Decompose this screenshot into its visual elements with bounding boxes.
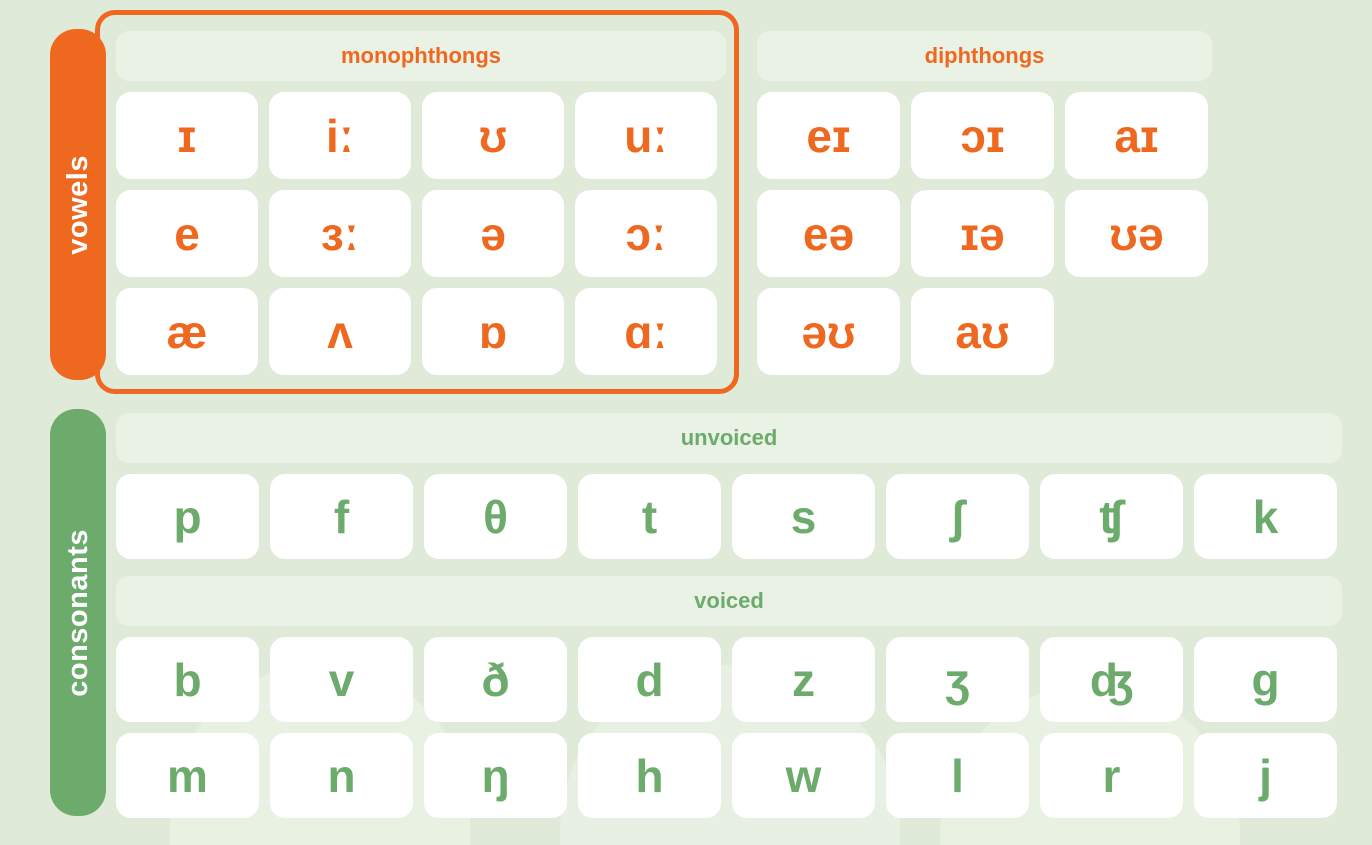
- voiced-row-1: b v ð d z ʒ ʤ g: [116, 637, 1342, 722]
- diphthongs-heading: diphthongs: [757, 31, 1212, 81]
- phoneme-tile[interactable]: uː: [575, 92, 717, 179]
- phoneme-tile[interactable]: j: [1194, 733, 1337, 818]
- panel-unvoiced-consonants: unvoiced p f θ t s ʃ ʧ k: [116, 413, 1342, 559]
- phoneme-tile[interactable]: ɔː: [575, 190, 717, 277]
- phoneme-tile[interactable]: ɒ: [422, 288, 564, 375]
- phoneme-tile[interactable]: æ: [116, 288, 258, 375]
- phoneme-tile[interactable]: ʊ: [422, 92, 564, 179]
- phoneme-tile[interactable]: p: [116, 474, 259, 559]
- phoneme-tile[interactable]: ʌ: [269, 288, 411, 375]
- phoneme-tile[interactable]: v: [270, 637, 413, 722]
- phoneme-tile[interactable]: θ: [424, 474, 567, 559]
- phoneme-tile[interactable]: aʊ: [911, 288, 1054, 375]
- phoneme-tile[interactable]: e: [116, 190, 258, 277]
- diphthongs-row-1: eɪ ɔɪ aɪ: [757, 92, 1212, 179]
- unvoiced-heading: unvoiced: [116, 413, 1342, 463]
- phoneme-tile[interactable]: t: [578, 474, 721, 559]
- phoneme-tile[interactable]: eə: [757, 190, 900, 277]
- rail-vowels-label: vowels: [61, 154, 94, 255]
- phoneme-tile[interactable]: ŋ: [424, 733, 567, 818]
- phoneme-tile[interactable]: ʃ: [886, 474, 1029, 559]
- phoneme-tile[interactable]: z: [732, 637, 875, 722]
- diphthongs-row-2: eə ɪə ʊə: [757, 190, 1212, 277]
- phoneme-tile[interactable]: aɪ: [1065, 92, 1208, 179]
- rail-consonants: consonants: [50, 409, 106, 816]
- phoneme-tile[interactable]: g: [1194, 637, 1337, 722]
- panel-voiced-consonants: voiced b v ð d z ʒ ʤ g m n ŋ h w l r j: [116, 576, 1342, 818]
- phoneme-tile[interactable]: n: [270, 733, 413, 818]
- panel-monophthongs: monophthongs ɪ iː ʊ uː e ɜː ə ɔː æ ʌ ɒ ɑ…: [116, 31, 726, 375]
- phoneme-tile[interactable]: l: [886, 733, 1029, 818]
- diphthongs-row-3: əʊ aʊ: [757, 288, 1212, 375]
- voiced-row-2: m n ŋ h w l r j: [116, 733, 1342, 818]
- panel-diphthongs: diphthongs eɪ ɔɪ aɪ eə ɪə ʊə əʊ aʊ: [757, 31, 1212, 375]
- phoneme-tile[interactable]: m: [116, 733, 259, 818]
- phoneme-tile[interactable]: h: [578, 733, 721, 818]
- phoneme-tile[interactable]: b: [116, 637, 259, 722]
- rail-consonants-label: consonants: [61, 528, 94, 697]
- phoneme-tile[interactable]: f: [270, 474, 413, 559]
- voiced-heading: voiced: [116, 576, 1342, 626]
- phoneme-tile[interactable]: ɑː: [575, 288, 717, 375]
- phoneme-tile[interactable]: s: [732, 474, 875, 559]
- phoneme-tile[interactable]: k: [1194, 474, 1337, 559]
- phoneme-tile[interactable]: ɪ: [116, 92, 258, 179]
- phoneme-tile[interactable]: iː: [269, 92, 411, 179]
- phoneme-tile[interactable]: ʤ: [1040, 637, 1183, 722]
- ipa-phonemic-chart: vowels consonants monophthongs ɪ iː ʊ uː…: [0, 0, 1372, 845]
- phoneme-tile[interactable]: ð: [424, 637, 567, 722]
- phoneme-tile[interactable]: ʊə: [1065, 190, 1208, 277]
- monophthongs-heading: monophthongs: [116, 31, 726, 81]
- phoneme-tile[interactable]: ʧ: [1040, 474, 1183, 559]
- monophthongs-row-2: e ɜː ə ɔː: [116, 190, 726, 277]
- phoneme-tile[interactable]: w: [732, 733, 875, 818]
- phoneme-tile[interactable]: d: [578, 637, 721, 722]
- unvoiced-row-1: p f θ t s ʃ ʧ k: [116, 474, 1342, 559]
- rail-vowels: vowels: [50, 29, 106, 380]
- phoneme-tile[interactable]: ɔɪ: [911, 92, 1054, 179]
- phoneme-tile[interactable]: əʊ: [757, 288, 900, 375]
- phoneme-tile[interactable]: r: [1040, 733, 1183, 818]
- phoneme-tile[interactable]: ɪə: [911, 190, 1054, 277]
- phoneme-tile[interactable]: ə: [422, 190, 564, 277]
- monophthongs-row-1: ɪ iː ʊ uː: [116, 92, 726, 179]
- empty-slot: [1065, 288, 1208, 375]
- phoneme-tile[interactable]: ɜː: [269, 190, 411, 277]
- phoneme-tile[interactable]: eɪ: [757, 92, 900, 179]
- monophthongs-row-3: æ ʌ ɒ ɑː: [116, 288, 726, 375]
- phoneme-tile[interactable]: ʒ: [886, 637, 1029, 722]
